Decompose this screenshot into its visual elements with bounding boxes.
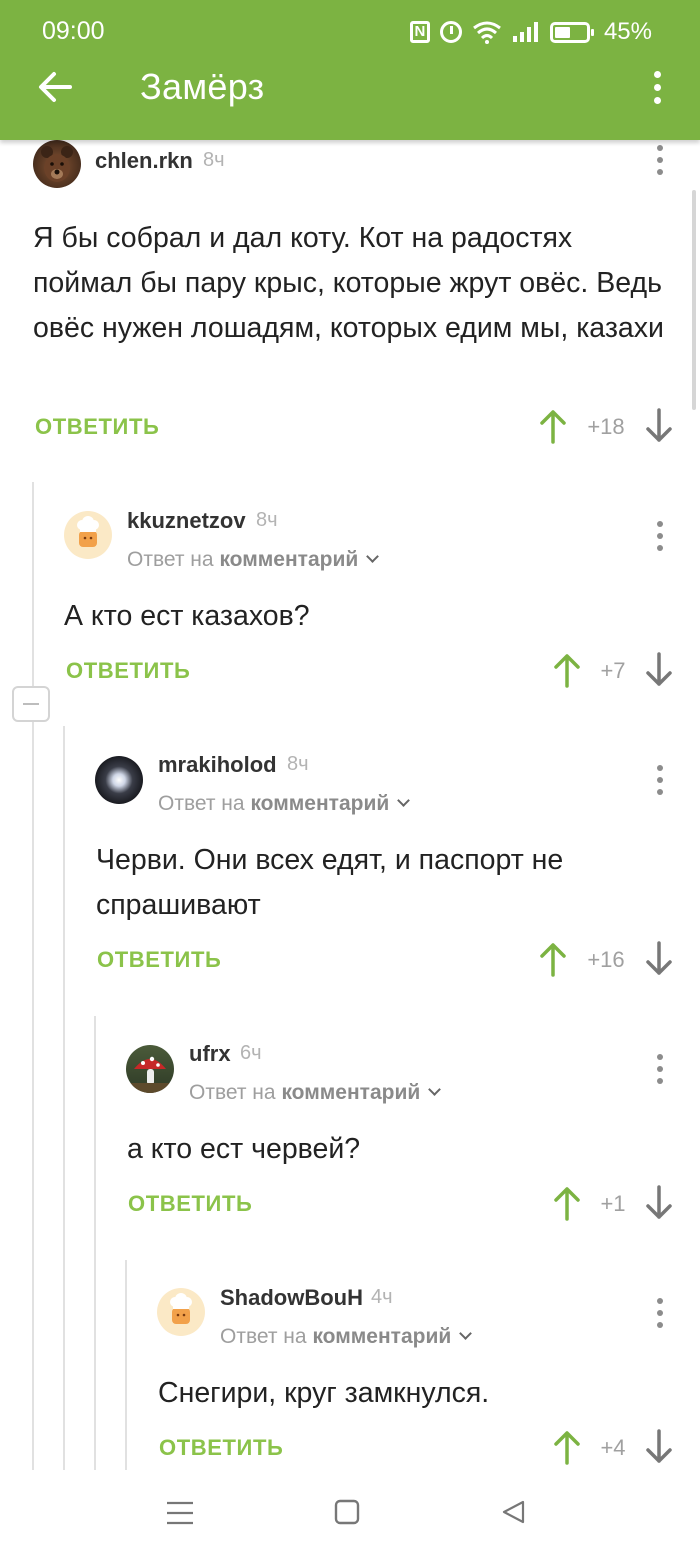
alarm-icon: [439, 21, 462, 43]
vote-up-icon[interactable]: [538, 408, 568, 444]
comment-author[interactable]: mrakiholod: [158, 752, 277, 778]
comment-text: А кто ест казахов?: [64, 600, 310, 632]
reply-to-target[interactable]: комментарий: [219, 548, 358, 571]
reply-to-prefix: Ответ на: [158, 792, 245, 815]
rating-count: +4: [600, 1435, 626, 1460]
comment-author[interactable]: ShadowBouH: [220, 1285, 363, 1311]
rating-count: +1: [600, 1191, 626, 1216]
more-vertical-icon: [648, 1293, 672, 1333]
status-bar: 09:00 N 45%: [0, 0, 700, 62]
reply-to-target[interactable]: комментарий: [281, 1081, 420, 1104]
avatar[interactable]: [64, 511, 112, 559]
more-vertical-icon: [648, 1049, 672, 1089]
comment-menu-button[interactable]: [648, 1293, 672, 1333]
thread-line: [63, 726, 65, 1470]
vote-down-icon[interactable]: [644, 652, 674, 688]
rating-count: +7: [600, 658, 626, 683]
arrow-left-icon: [39, 72, 72, 102]
vote-up-icon[interactable]: [552, 1185, 582, 1221]
signal-icon: [512, 22, 538, 42]
collapse-thread-button[interactable]: [12, 686, 50, 722]
reply-to-link[interactable]: Ответ на комментарий: [158, 792, 411, 816]
comment-author[interactable]: chlen.rkn: [95, 148, 193, 174]
comment-time: 6ч: [240, 1042, 262, 1064]
vote-down-icon[interactable]: [644, 1429, 674, 1465]
reply-to-target[interactable]: комментарий: [312, 1325, 451, 1348]
avatar[interactable]: [157, 1288, 205, 1336]
vote-up-icon[interactable]: [552, 652, 582, 688]
comment-menu-button[interactable]: [648, 140, 672, 180]
comment-time: 8ч: [203, 149, 225, 171]
vote-down-icon[interactable]: [644, 941, 674, 977]
menu-lines-icon[interactable]: [163, 1498, 197, 1528]
vote-up-icon[interactable]: [552, 1429, 582, 1465]
more-vertical-icon: [648, 760, 672, 800]
thread-line: [94, 1016, 96, 1470]
reply-to-link[interactable]: Ответ на комментарий: [220, 1325, 473, 1349]
rating-count: +18: [587, 414, 625, 439]
reply-to-prefix: Ответ на: [189, 1081, 276, 1104]
reply-button[interactable]: ОТВЕТИТЬ: [97, 947, 221, 973]
chevron-down-icon[interactable]: [459, 1327, 473, 1340]
reply-to-link[interactable]: Ответ на комментарий: [127, 548, 380, 572]
comment-time: 8ч: [256, 509, 278, 531]
app-bar: 09:00 N 45% Замёрз: [0, 0, 700, 140]
chevron-down-icon[interactable]: [366, 550, 380, 563]
reply-to-link[interactable]: Ответ на комментарий: [189, 1081, 442, 1105]
comment-time: 4ч: [371, 1286, 393, 1308]
avatar[interactable]: [33, 140, 81, 188]
comment-text: Черви. Они всех едят, и паспорт не спраш…: [96, 844, 564, 921]
chevron-down-icon[interactable]: [428, 1083, 442, 1096]
comment-text: а кто ест червей?: [127, 1133, 361, 1165]
back-button[interactable]: [30, 62, 80, 112]
bear-avatar-icon: [41, 146, 73, 182]
system-nav-bar: [0, 1470, 700, 1556]
more-options-button[interactable]: [642, 64, 672, 110]
reply-to-prefix: Ответ на: [127, 548, 214, 571]
comment-menu-button[interactable]: [648, 1049, 672, 1089]
status-icons: N 45%: [409, 18, 652, 46]
rating-count: +16: [587, 947, 625, 972]
comment-text: Снегири, круг замкнулся.: [158, 1377, 490, 1409]
default-chef-avatar-icon: [77, 516, 99, 547]
back-triangle-icon[interactable]: [497, 1498, 531, 1528]
reply-button[interactable]: ОТВЕТИТЬ: [128, 1191, 252, 1217]
more-vertical-icon: [642, 64, 672, 110]
nfc-icon: N: [409, 21, 430, 43]
reply-to-prefix: Ответ на: [220, 1325, 307, 1348]
page-title: Замёрз: [140, 66, 265, 107]
reply-button[interactable]: ОТВЕТИТЬ: [35, 414, 159, 440]
default-chef-avatar-icon: [170, 1293, 192, 1324]
comment-time: 8ч: [287, 753, 309, 775]
reply-to-target[interactable]: комментарий: [250, 792, 389, 815]
wifi-icon: [473, 21, 501, 44]
battery-percent: 45%: [603, 18, 652, 45]
reply-button[interactable]: ОТВЕТИТЬ: [159, 1435, 283, 1461]
mushroom-avatar-icon: [126, 1056, 174, 1093]
comment-author[interactable]: kkuznetzov: [127, 508, 246, 534]
reply-button[interactable]: ОТВЕТИТЬ: [66, 658, 190, 684]
battery-icon: [549, 21, 594, 43]
home-square-icon[interactable]: [330, 1498, 364, 1528]
status-time: 09:00: [42, 17, 105, 45]
vote-down-icon[interactable]: [644, 1185, 674, 1221]
comment-text: Я бы собрал и дал коту. Кот на радостях …: [33, 222, 664, 344]
comments-feed[interactable]: chlen.rkn 8ч Я бы собрал и дал коту. Кот…: [0, 140, 700, 1470]
thread-line: [32, 482, 34, 1470]
vote-up-icon[interactable]: [538, 941, 568, 977]
comment-menu-button[interactable]: [648, 516, 672, 556]
avatar[interactable]: [126, 1045, 174, 1093]
more-vertical-icon: [648, 140, 672, 180]
thread-line: [125, 1260, 127, 1470]
comment-author[interactable]: ufrx: [189, 1041, 231, 1067]
comment-menu-button[interactable]: [648, 760, 672, 800]
vote-down-icon[interactable]: [644, 408, 674, 444]
more-vertical-icon: [648, 516, 672, 556]
chevron-down-icon[interactable]: [397, 794, 411, 807]
scrollbar[interactable]: [692, 190, 696, 410]
avatar[interactable]: [95, 756, 143, 804]
